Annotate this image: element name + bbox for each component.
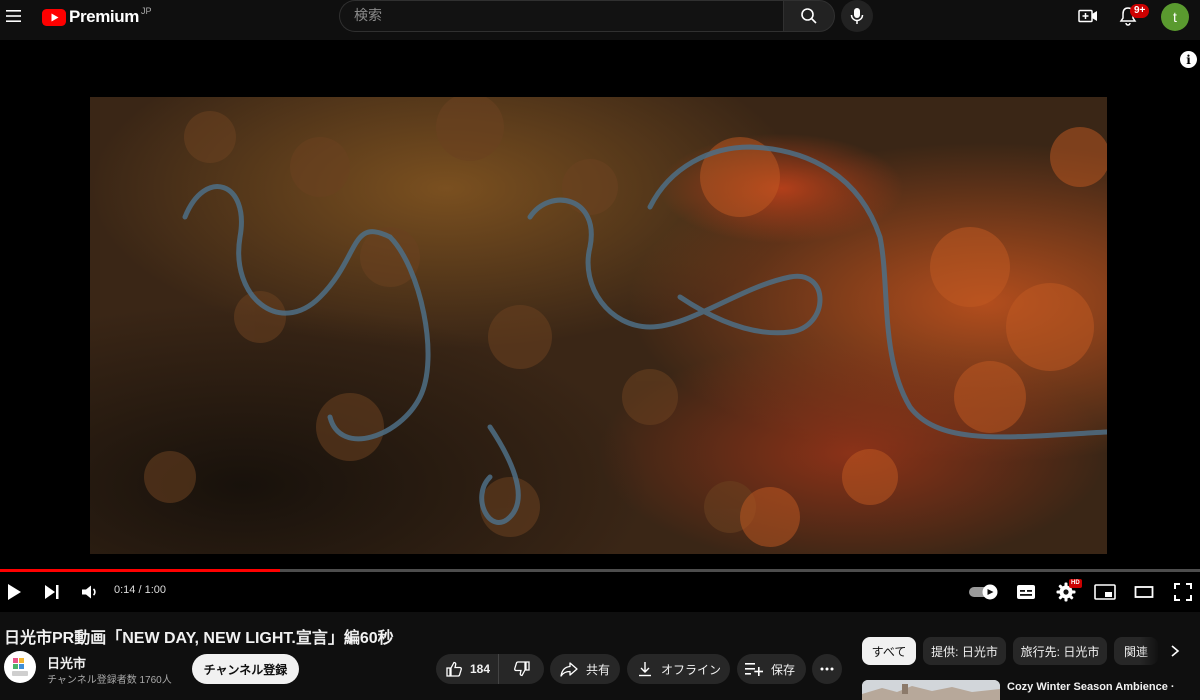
chips-next-button[interactable] — [1164, 640, 1186, 662]
like-dislike-group: 184 — [436, 654, 544, 684]
play-button[interactable] — [4, 582, 24, 602]
playlist-add-icon — [745, 663, 763, 676]
menu-button[interactable] — [2, 4, 26, 28]
recommended-video-thumbnail[interactable] — [862, 680, 1000, 700]
channel-logo-icon — [12, 658, 28, 676]
create-button[interactable] — [1076, 4, 1100, 28]
play-icon — [8, 584, 21, 600]
offline-download-button[interactable]: オフライン — [627, 654, 730, 684]
video-frame[interactable] — [90, 97, 1107, 554]
like-button[interactable]: 184 — [436, 654, 499, 684]
voice-search-button[interactable] — [841, 0, 873, 32]
theater-mode-icon — [1134, 586, 1154, 598]
hd-badge: HD — [1069, 579, 1082, 588]
like-count: 184 — [470, 662, 491, 676]
search-icon — [801, 8, 817, 24]
progress-fill — [0, 569, 280, 572]
search-box — [339, 0, 783, 32]
theater-mode-button[interactable] — [1134, 583, 1154, 601]
channel-name[interactable]: 日光市 — [47, 653, 86, 672]
autoplay-toggle-icon — [969, 584, 998, 600]
recommended-thumbnail-image — [862, 680, 1000, 700]
recommended-video-title[interactable]: Cozy Winter Season Ambience · — [1007, 681, 1175, 693]
chip-fade-overlay — [1140, 637, 1160, 665]
fullscreen-button[interactable] — [1173, 582, 1193, 602]
search-input[interactable] — [340, 1, 783, 31]
aerial-autumn-forest-road-image — [90, 97, 1107, 554]
share-button[interactable]: 共有 — [550, 654, 620, 684]
fullscreen-icon — [1174, 583, 1192, 601]
youtube-premium-logo[interactable]: Premium JP — [42, 6, 151, 28]
subscriber-count: チャンネル登録者数 1760人 — [47, 675, 172, 686]
volume-icon — [82, 585, 96, 599]
search-button[interactable] — [783, 0, 835, 32]
user-avatar[interactable]: t — [1161, 3, 1189, 31]
subscribe-button[interactable]: チャンネル登録 — [192, 654, 299, 684]
channel-avatar[interactable] — [4, 651, 36, 683]
share-arrow-icon — [560, 662, 578, 677]
video-create-icon — [1078, 9, 1097, 23]
logo-region-code: JP — [140, 6, 152, 16]
hamburger-menu-icon — [6, 10, 21, 22]
time-display: 0:14 / 1:00 — [114, 584, 166, 596]
video-title: 日光市PR動画「NEW DAY, NEW LIGHT.宣言」編60秒 — [4, 630, 394, 647]
volume-button[interactable] — [80, 582, 100, 602]
miniplayer-icon — [1094, 584, 1116, 600]
thumbs-up-icon — [446, 661, 462, 677]
miniplayer-button[interactable] — [1094, 583, 1116, 601]
microphone-icon — [850, 8, 864, 24]
thumbs-down-icon — [513, 661, 530, 677]
subtitles-button[interactable] — [1016, 583, 1036, 601]
save-label: 保存 — [771, 662, 796, 677]
offline-label: オフライン — [661, 662, 722, 677]
dislike-button[interactable] — [499, 654, 544, 684]
chip-travel-destination[interactable]: 旅行先: 日光市 — [1013, 637, 1107, 665]
logo-text: Premium — [69, 7, 139, 26]
next-button[interactable] — [42, 582, 62, 602]
share-label: 共有 — [586, 662, 611, 677]
youtube-logo-icon — [42, 8, 66, 26]
chevron-right-icon — [1171, 645, 1180, 657]
info-button[interactable]: i — [1180, 51, 1197, 68]
more-horizontal-icon — [820, 667, 834, 671]
subtitles-icon — [1017, 585, 1035, 599]
more-actions-button[interactable] — [812, 654, 842, 684]
autoplay-toggle[interactable] — [969, 584, 999, 600]
notification-count-badge: 9+ — [1130, 4, 1150, 18]
chip-all[interactable]: すべて — [862, 637, 916, 665]
progress-bar[interactable] — [0, 569, 1200, 572]
download-icon — [639, 662, 651, 677]
chip-provided-by[interactable]: 提供: 日光市 — [923, 637, 1006, 665]
skip-next-icon — [45, 585, 59, 599]
save-to-playlist-button[interactable]: 保存 — [737, 654, 806, 684]
